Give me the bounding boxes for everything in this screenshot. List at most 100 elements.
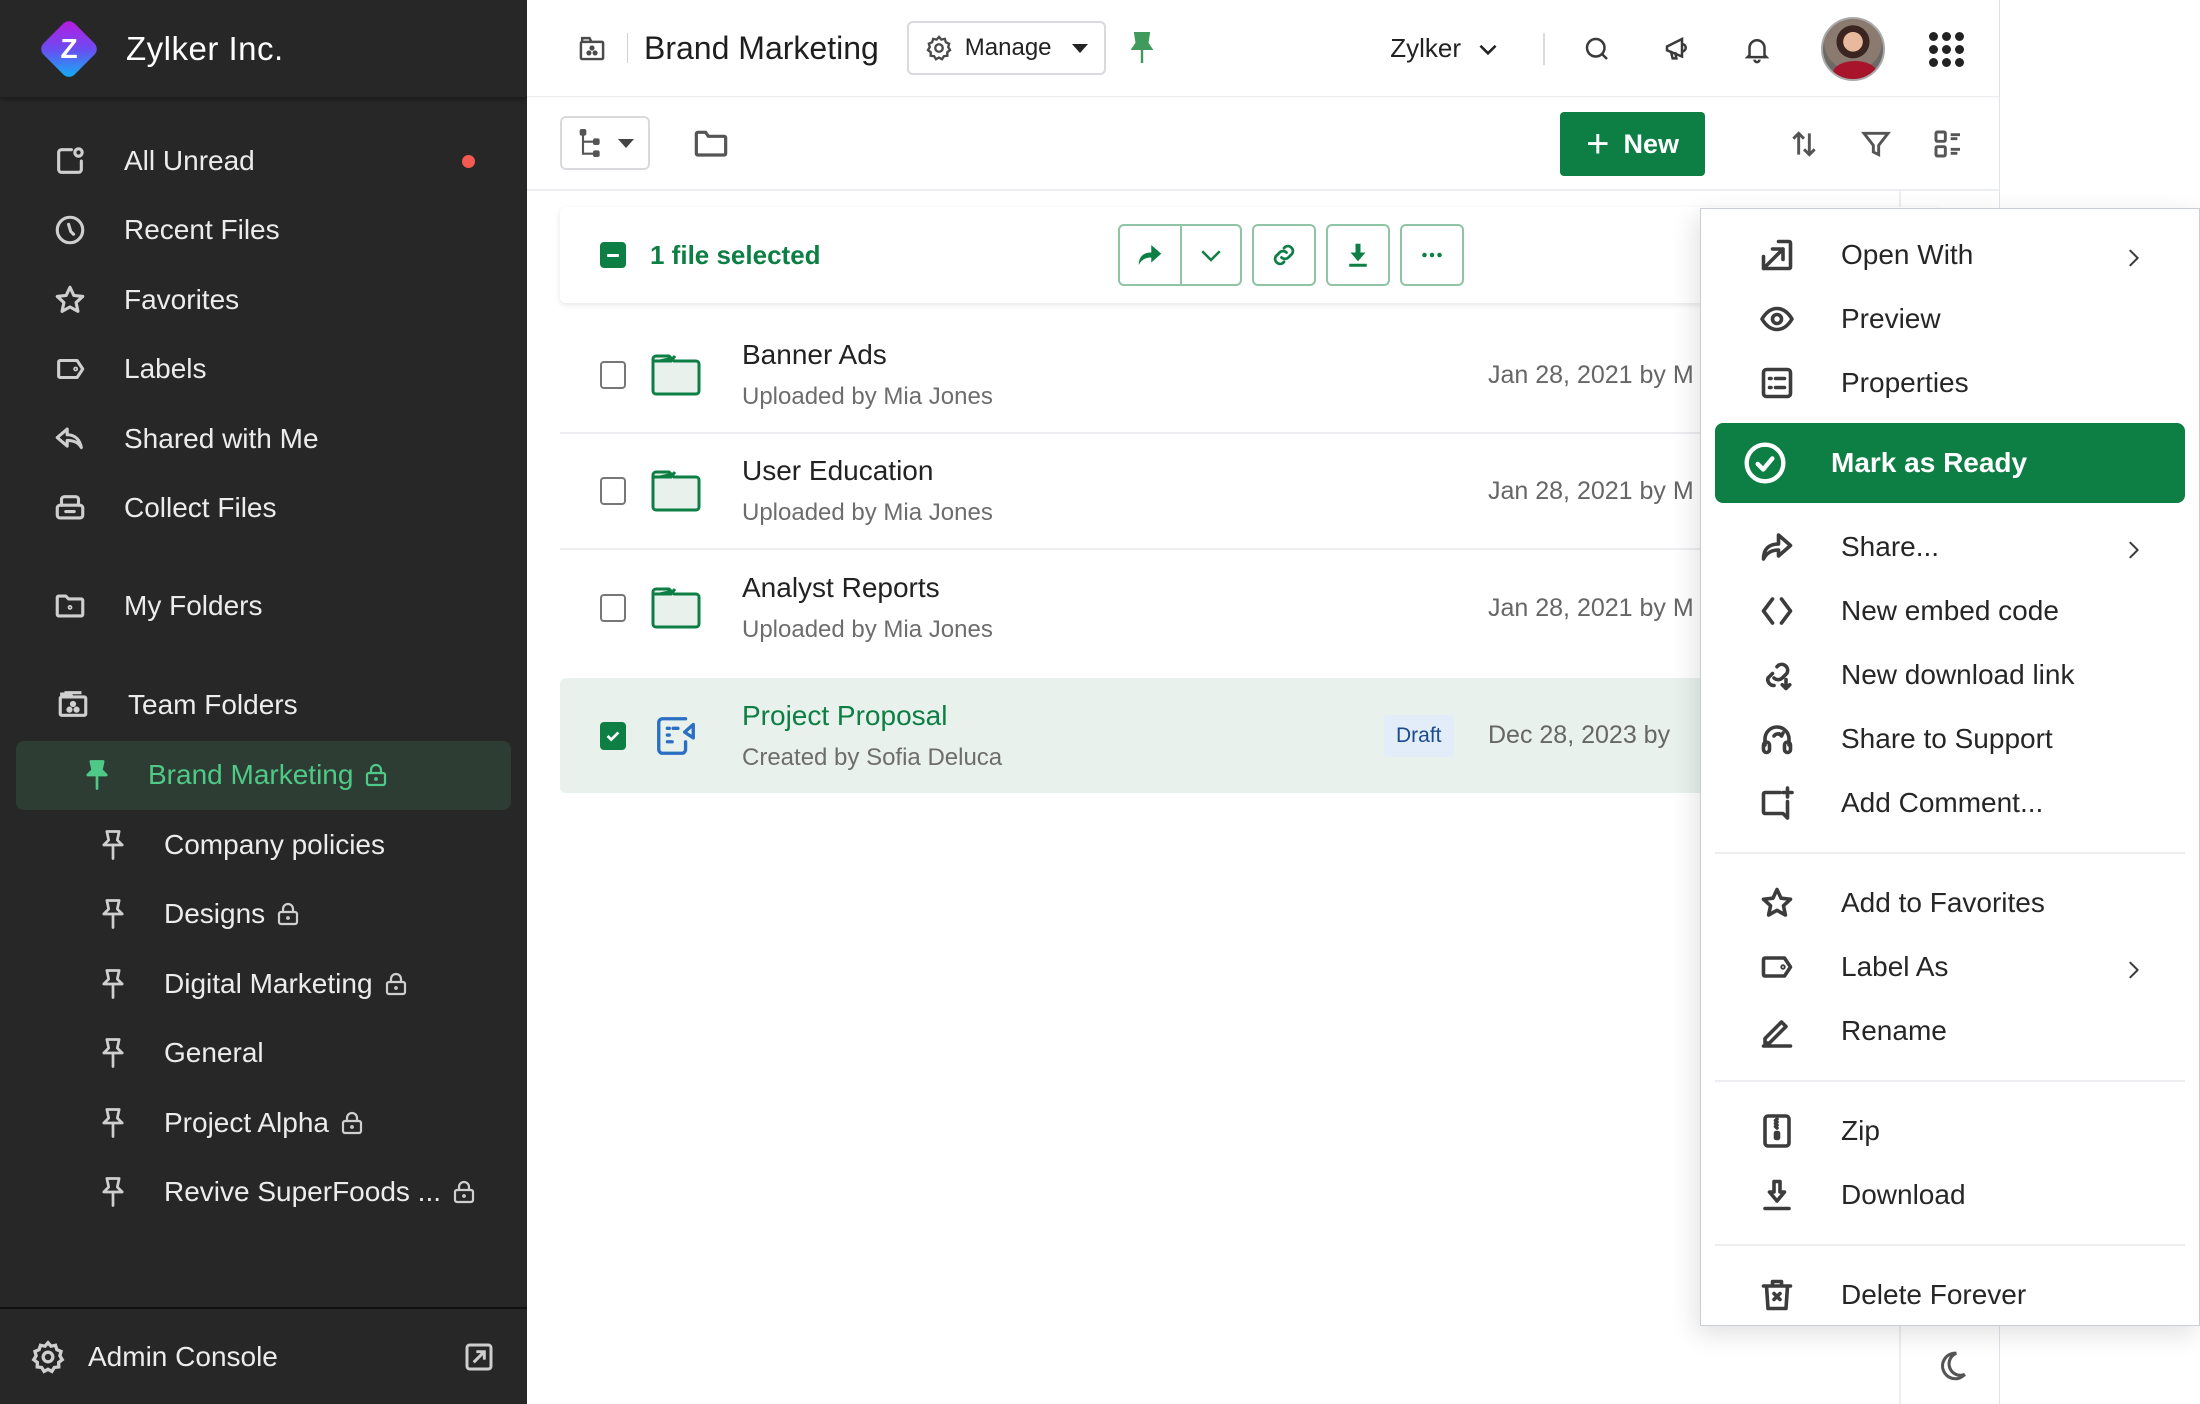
menu-item-label: New download link [1841, 659, 2075, 690]
sidebar-item-my-folders[interactable]: My Folders [0, 571, 527, 641]
file-name[interactable]: Project Proposal [742, 700, 1002, 732]
folder-icon [650, 469, 702, 513]
user-avatar[interactable] [1821, 16, 1885, 81]
row-checkbox-checked[interactable] [600, 721, 626, 750]
check-circle-icon [1743, 441, 1787, 485]
gear-icon [30, 1339, 66, 1375]
menu-item-add-comment[interactable]: Add Comment... [1715, 771, 2185, 835]
row-checkbox[interactable] [600, 594, 626, 622]
deselect-checkbox[interactable] [600, 242, 626, 268]
share-options-button[interactable] [1180, 226, 1240, 284]
menu-item-label: Label As [1841, 951, 1949, 982]
file-name[interactable]: Banner Ads [742, 339, 993, 371]
sidebar-item-all-unread[interactable]: All Unread [0, 126, 527, 196]
team-folder-project-alpha[interactable]: Project Alpha [16, 1088, 511, 1158]
menu-item-add-to-favorites[interactable]: Add to Favorites [1715, 871, 2185, 935]
sidebar-item-label: Favorites [124, 283, 240, 315]
row-checkbox[interactable] [600, 361, 626, 389]
share-icon [1138, 245, 1162, 265]
pin-icon [98, 1037, 128, 1069]
top-right-actions: Zylker [1390, 0, 1999, 97]
caret-down-icon [618, 138, 634, 148]
share-split-button [1118, 224, 1242, 286]
apps-grid-icon[interactable] [1929, 31, 1964, 67]
sidebar-item-labels[interactable]: Labels [0, 335, 527, 405]
copy-link-button[interactable] [1252, 224, 1316, 286]
sidebar-item-recent-files[interactable]: Recent Files [0, 196, 527, 266]
menu-item-label: Share to Support [1841, 723, 2053, 754]
zip-icon [1757, 1111, 1797, 1151]
menu-item-new-download-link[interactable]: New download link [1715, 643, 2185, 707]
link-icon [1273, 244, 1295, 266]
manage-button[interactable]: Manage [906, 21, 1106, 75]
filter-icon[interactable] [1859, 127, 1893, 161]
menu-item-label: Zip [1841, 1115, 1880, 1146]
org-header[interactable]: Z Zylker Inc. [0, 0, 527, 98]
menu-item-open-with[interactable]: Open With [1715, 223, 2185, 287]
menu-item-delete-forever[interactable]: Delete Forever [1715, 1263, 2185, 1327]
divider [627, 33, 628, 63]
team-folder-label: Digital Marketing [164, 967, 373, 999]
tree-view-button[interactable] [560, 116, 650, 170]
sort-icon[interactable] [1787, 127, 1821, 161]
team-folder-revive-superfoods[interactable]: Revive SuperFoods ... [16, 1158, 511, 1228]
sidebar-item-favorites[interactable]: Favorites [0, 265, 527, 335]
menu-item-label: Add Comment... [1841, 787, 2044, 818]
list-view-icon[interactable] [1931, 127, 1965, 161]
menu-item-properties[interactable]: Properties [1715, 351, 2185, 415]
file-modified: Jan 28, 2021 by M [1488, 593, 1694, 622]
folder-view-icon[interactable] [692, 127, 730, 159]
team-folder-general[interactable]: General [16, 1019, 511, 1089]
folder-icon [52, 588, 88, 624]
row-checkbox[interactable] [600, 477, 626, 505]
dark-mode-toggle[interactable] [1935, 1349, 1969, 1383]
new-button[interactable]: + New [1560, 112, 1705, 176]
star-icon [52, 282, 88, 318]
menu-item-rename[interactable]: Rename [1715, 999, 2185, 1063]
admin-console-label: Admin Console [88, 1340, 278, 1372]
menu-item-label-as[interactable]: Label As [1715, 935, 2185, 999]
menu-item-mark-as-ready[interactable]: Mark as Ready [1715, 423, 2185, 503]
share-button[interactable] [1120, 226, 1180, 284]
admin-console-link[interactable]: Admin Console [0, 1307, 527, 1404]
team-folder-label: Revive SuperFoods ... [164, 1176, 442, 1208]
search-icon[interactable] [1581, 33, 1613, 65]
pinned-icon[interactable] [1130, 31, 1154, 65]
team-folder-designs[interactable]: Designs [16, 880, 511, 950]
pin-icon [98, 968, 128, 1000]
menu-item-preview[interactable]: Preview [1715, 287, 2185, 351]
moon-icon [1941, 1351, 1966, 1381]
file-subtitle: Uploaded by Mia Jones [742, 499, 993, 526]
menu-item-download[interactable]: Download [1715, 1163, 2185, 1227]
file-name[interactable]: Analyst Reports [742, 572, 993, 604]
folder-icon [650, 586, 702, 630]
reply-icon [52, 421, 88, 457]
team-folder-digital-marketing[interactable]: Digital Marketing [16, 949, 511, 1019]
headset-icon [1757, 719, 1797, 759]
open-external-icon[interactable] [463, 1341, 495, 1373]
team-folder-company-policies[interactable]: Company policies [16, 810, 511, 880]
download-icon [1349, 243, 1367, 267]
file-subtitle: Uploaded by Mia Jones [742, 383, 993, 410]
sidebar-team-folders-header[interactable]: Team Folders [0, 669, 527, 741]
menu-item-label: Open With [1841, 239, 1974, 270]
bell-icon[interactable] [1741, 33, 1773, 65]
menu-item-share[interactable]: Share... [1715, 515, 2185, 579]
sidebar-item-shared-with-me[interactable]: Shared with Me [0, 404, 527, 474]
sidebar-item-collect-files[interactable]: Collect Files [0, 474, 527, 544]
share-icon [1757, 527, 1797, 567]
org-switcher[interactable]: Zylker [1390, 33, 1501, 64]
status-badge: Draft [1384, 714, 1454, 757]
menu-item-share-to-support[interactable]: Share to Support [1715, 707, 2185, 771]
more-actions-button[interactable] [1400, 224, 1464, 286]
menu-item-zip[interactable]: Zip [1715, 1099, 2185, 1163]
sidebar-nav: All Unread Recent Files Favorites Labels… [0, 126, 527, 1227]
team-folder-brand-marketing[interactable]: Brand Marketing [16, 740, 511, 810]
team-folder-label: General [164, 1037, 264, 1069]
file-name[interactable]: User Education [742, 455, 993, 487]
announcement-icon[interactable] [1661, 33, 1693, 65]
download-button[interactable] [1326, 224, 1390, 286]
menu-item-new-embed-code[interactable]: New embed code [1715, 579, 2185, 643]
selection-count: 1 file selected [650, 239, 821, 270]
properties-icon [1757, 363, 1797, 403]
